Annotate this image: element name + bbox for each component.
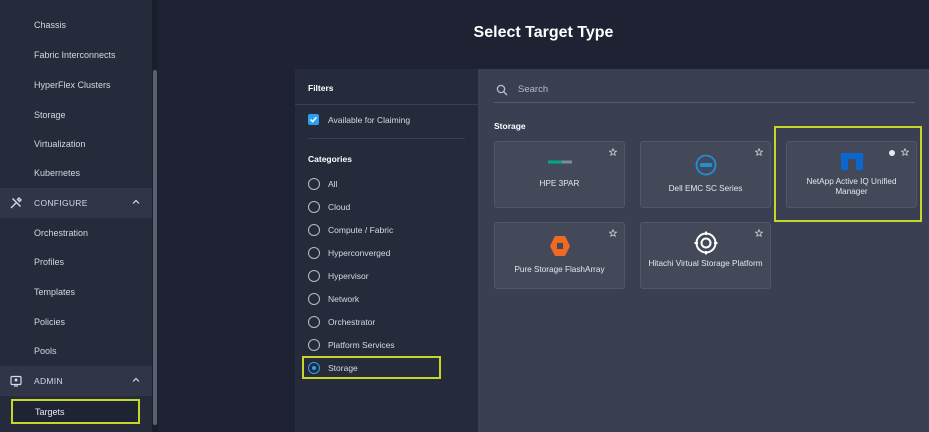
sidebar-item-profiles[interactable]: Profiles xyxy=(34,257,64,267)
category-radio-network[interactable]: Network xyxy=(308,293,359,305)
sidebar-item-targets[interactable]: Targets xyxy=(11,399,140,424)
sidebar-section-admin[interactable]: ADMIN xyxy=(0,366,152,396)
page-title: Select Target Type xyxy=(473,24,614,41)
sidebar-item-fabric-interconnects[interactable]: Fabric Interconnects xyxy=(34,50,116,60)
radio-button[interactable] xyxy=(308,201,320,213)
target-card-pure-storage-flasharray[interactable]: Pure Storage FlashArray xyxy=(494,222,625,289)
admin-label: ADMIN xyxy=(34,376,63,386)
available-for-claiming-label: Available for Claiming xyxy=(328,115,411,125)
sidebar-item-chassis[interactable]: Chassis xyxy=(34,20,66,30)
storage-highlight xyxy=(302,356,441,379)
target-card-name: Pure Storage FlashArray xyxy=(514,265,605,274)
radio-button[interactable] xyxy=(308,339,320,351)
search-input[interactable] xyxy=(518,84,898,95)
chevron-up-icon xyxy=(132,199,140,204)
radio-button[interactable] xyxy=(308,247,320,259)
category-radio-hypervisor[interactable]: Hypervisor xyxy=(308,270,369,282)
check-icon xyxy=(309,116,318,123)
category-radio-orchestrator[interactable]: Orchestrator xyxy=(308,316,375,328)
sidebar-item-templates[interactable]: Templates xyxy=(34,287,75,297)
category-radio-cloud[interactable]: Cloud xyxy=(308,201,350,213)
target-card-name: Hitachi Virtual Storage Platform xyxy=(648,259,763,268)
radio-button[interactable] xyxy=(308,224,320,236)
search-icon xyxy=(496,84,508,95)
target-card-name: HPE 3PAR xyxy=(539,179,580,188)
sidebar-item-storage[interactable]: Storage xyxy=(34,110,66,120)
target-card-name: Dell EMC SC Series xyxy=(668,184,743,193)
pure-storage-logo-icon xyxy=(495,235,624,257)
filters-heading: Filters xyxy=(308,83,334,93)
radio-button[interactable] xyxy=(308,293,320,305)
sidebar-item-policies[interactable]: Policies xyxy=(34,317,65,327)
tools-icon xyxy=(10,197,22,209)
categories-heading: Categories xyxy=(308,154,352,164)
target-card-hpe-3par[interactable]: HPE 3PAR xyxy=(494,141,625,208)
radio-button[interactable] xyxy=(308,178,320,190)
category-radio-platform-services[interactable]: Platform Services xyxy=(308,339,395,351)
category-radio-compute-fabric[interactable]: Compute / Fabric xyxy=(308,224,393,236)
sidebar-item-hyperflex-clusters[interactable]: HyperFlex Clusters xyxy=(34,80,111,90)
available-for-claiming-checkbox[interactable] xyxy=(308,114,319,125)
hpe-logo-icon xyxy=(495,159,624,165)
category-radio-hyperconverged[interactable]: Hyperconverged xyxy=(308,247,390,259)
section-title-storage: Storage xyxy=(494,121,526,131)
chevron-up-icon xyxy=(132,377,140,382)
admin-icon xyxy=(10,375,22,387)
sidebar-section-configure[interactable]: CONFIGURE xyxy=(0,188,152,218)
sidebar-item-pools[interactable]: Pools xyxy=(34,346,57,356)
sidebar: Chassis Fabric Interconnects HyperFlex C… xyxy=(0,0,152,432)
sidebar-item-targets-label: Targets xyxy=(35,406,65,417)
configure-label: CONFIGURE xyxy=(34,198,88,208)
divider xyxy=(308,138,465,139)
category-radio-all[interactable]: All xyxy=(308,178,337,190)
radio-button[interactable] xyxy=(308,270,320,282)
hitachi-logo-icon xyxy=(641,231,770,255)
target-type-panel: Storage HPE 3PAR Dell EMC SC Series NetA… xyxy=(478,69,929,432)
star-icon[interactable] xyxy=(609,148,617,156)
sidebar-item-orchestration[interactable]: Orchestration xyxy=(34,228,88,238)
scrollbar-thumb[interactable] xyxy=(153,70,157,425)
target-card-dell-emc-sc-series[interactable]: Dell EMC SC Series xyxy=(640,141,771,208)
netapp-highlight xyxy=(774,126,922,222)
sidebar-item-virtualization[interactable]: Virtualization xyxy=(34,139,85,149)
sidebar-item-kubernetes[interactable]: Kubernetes xyxy=(34,168,80,178)
search-bar xyxy=(494,77,915,103)
sidebar-scrollbar[interactable] xyxy=(152,0,158,432)
radio-button[interactable] xyxy=(308,316,320,328)
dell-logo-icon xyxy=(641,154,770,176)
divider xyxy=(295,104,478,105)
target-card-hitachi-vsp[interactable]: Hitachi Virtual Storage Platform xyxy=(640,222,771,289)
